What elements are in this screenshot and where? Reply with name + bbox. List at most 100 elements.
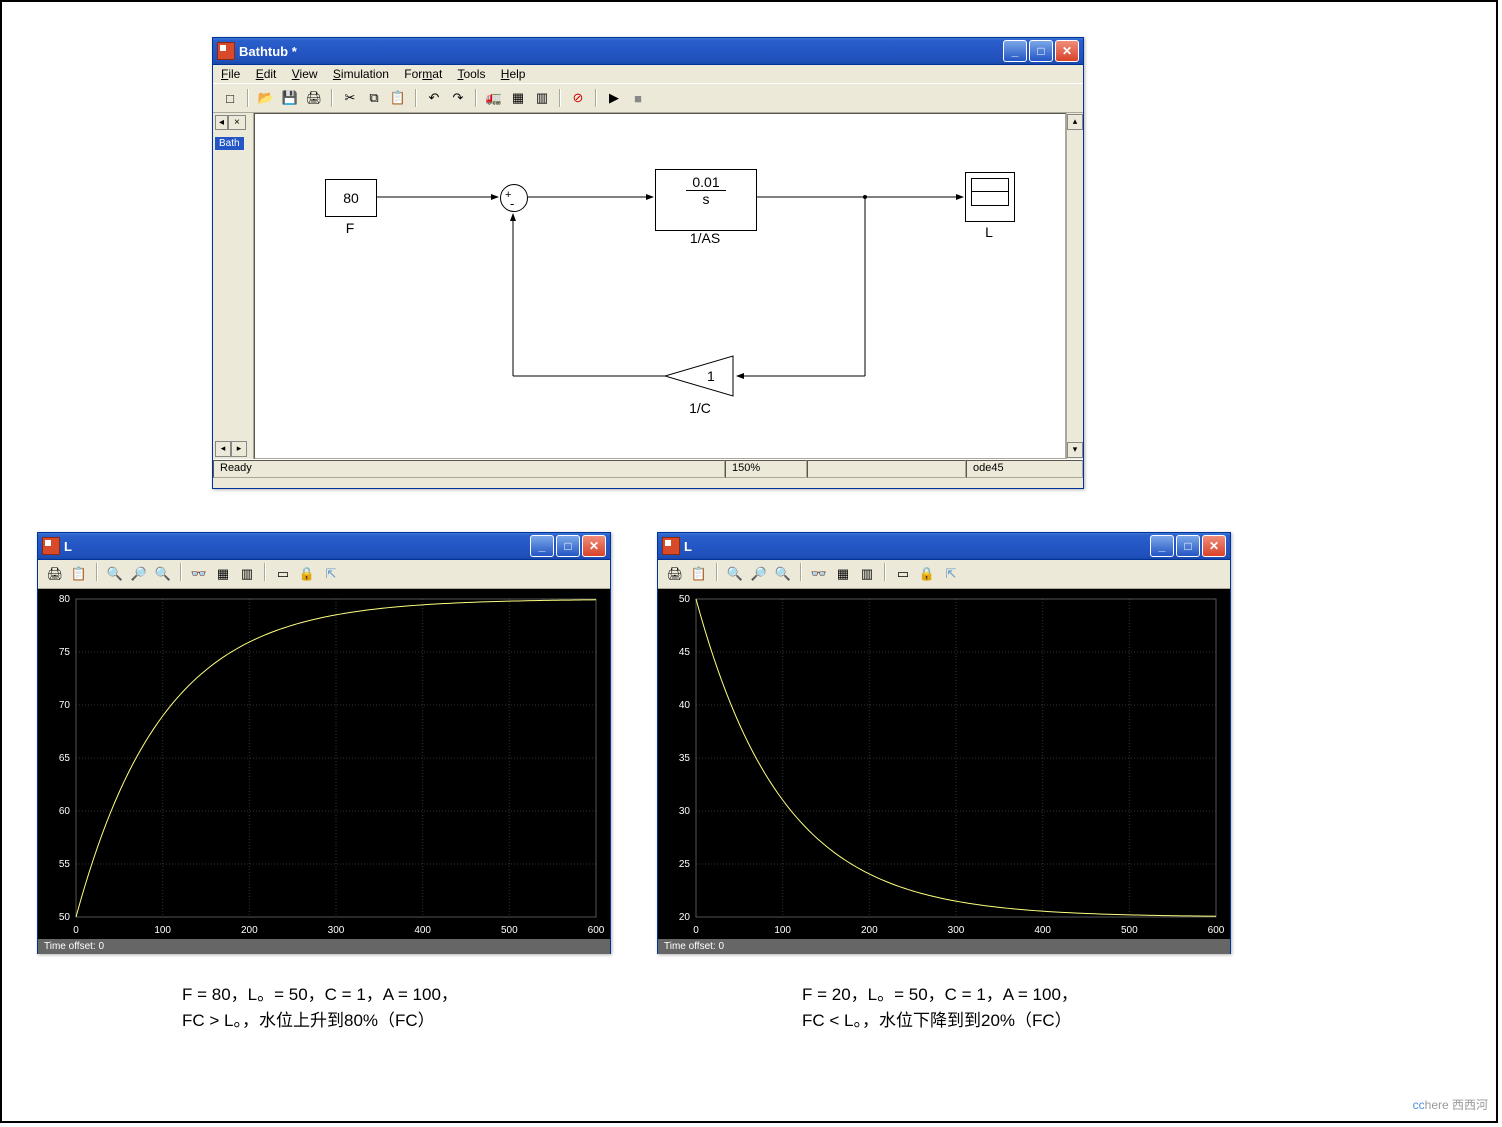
menu-format[interactable]: Format — [404, 67, 442, 81]
zoom-icon[interactable]: 🔍 — [104, 563, 126, 585]
scroll-left-icon[interactable]: ◂ — [215, 441, 231, 457]
params-icon[interactable]: 📋 — [688, 563, 710, 585]
menu-simulation[interactable]: Simulation — [333, 67, 389, 81]
scope-block[interactable] — [965, 172, 1015, 222]
svg-text:500: 500 — [1121, 925, 1138, 936]
menu-view[interactable]: View — [292, 67, 318, 81]
simulink-app-icon — [217, 42, 235, 60]
close-button[interactable]: ✕ — [1055, 40, 1079, 62]
scroll-down-icon[interactable]: ▾ — [1067, 442, 1083, 458]
titlebar[interactable]: L _ □ ✕ — [658, 533, 1230, 560]
transfer-fn-block[interactable]: 0.01 s — [655, 169, 757, 231]
menu-file[interactable]: File — [221, 67, 240, 81]
constant-block[interactable]: 80 — [325, 179, 377, 217]
zoom-icon[interactable]: 🔍 — [724, 563, 746, 585]
params-icon[interactable]: 📋 — [68, 563, 90, 585]
minimize-button[interactable]: _ — [1150, 535, 1174, 557]
scroll-up-icon[interactable]: ▴ — [1067, 114, 1083, 130]
minimize-button[interactable]: _ — [1003, 40, 1027, 62]
print-icon[interactable]: 🖨 — [303, 87, 325, 109]
gain-block[interactable]: 1 — [665, 354, 735, 401]
model-browser-item[interactable]: Bath — [215, 137, 244, 150]
print-icon[interactable]: 🖨 — [44, 563, 66, 585]
autoscale-icon[interactable]: 👓 — [808, 563, 830, 585]
zoom-y-icon[interactable]: 🔍 — [772, 563, 794, 585]
window-title: L — [64, 539, 530, 554]
menu-edit[interactable]: Edit — [256, 67, 277, 81]
vertical-scrollbar[interactable]: ▴ ▾ — [1066, 113, 1083, 459]
svg-text:20: 20 — [679, 912, 691, 923]
open-icon[interactable]: 📂 — [255, 87, 277, 109]
tab-arrow-icon[interactable]: ◂ — [215, 115, 228, 130]
float-icon[interactable]: ▭ — [272, 563, 294, 585]
close-button[interactable]: ✕ — [582, 535, 606, 557]
config-icon[interactable]: ▥ — [531, 87, 553, 109]
sum-block[interactable]: + - — [500, 184, 528, 212]
svg-text:45: 45 — [679, 647, 691, 658]
lock-icon[interactable]: 🔒 — [916, 563, 938, 585]
menu-help[interactable]: Help — [501, 67, 526, 81]
close-button[interactable]: ✕ — [1202, 535, 1226, 557]
status-solver: ode45 — [966, 460, 1083, 478]
svg-text:30: 30 — [679, 806, 691, 817]
svg-text:500: 500 — [501, 925, 518, 936]
svg-text:25: 25 — [679, 859, 691, 870]
zoom-x-icon[interactable]: 🔎 — [748, 563, 770, 585]
window-title: L — [684, 539, 1150, 554]
titlebar[interactable]: Bathtub * _ □ ✕ — [213, 38, 1083, 65]
scope-app-icon — [662, 537, 680, 555]
undo-icon[interactable]: ↶ — [423, 87, 445, 109]
maximize-button[interactable]: □ — [1176, 535, 1200, 557]
svg-text:100: 100 — [154, 925, 171, 936]
model-canvas[interactable]: 80 F + - 0.01 s 1/AS L — [254, 113, 1066, 459]
titlebar[interactable]: L _ □ ✕ — [38, 533, 610, 560]
save-axes-icon[interactable]: ▦ — [832, 563, 854, 585]
play-icon[interactable]: ▶ — [603, 87, 625, 109]
restore-axes-icon[interactable]: ▥ — [236, 563, 258, 585]
model-explorer-icon[interactable]: ▦ — [507, 87, 529, 109]
zoom-x-icon[interactable]: 🔎 — [128, 563, 150, 585]
maximize-button[interactable]: □ — [1029, 40, 1053, 62]
save-icon[interactable]: 💾 — [279, 87, 301, 109]
status-ready: Ready — [213, 460, 725, 478]
autoscale-icon[interactable]: 👓 — [188, 563, 210, 585]
tab-close-icon[interactable]: × — [228, 115, 246, 130]
lock-icon[interactable]: 🔒 — [296, 563, 318, 585]
menu-tools[interactable]: Tools — [457, 67, 485, 81]
new-icon[interactable]: □ — [219, 87, 241, 109]
scope-plot-left: 010020030040050060050556065707580 — [38, 589, 610, 939]
scroll-right-icon[interactable]: ▸ — [231, 441, 247, 457]
svg-text:0: 0 — [693, 925, 699, 936]
select-icon[interactable]: ⇱ — [320, 563, 342, 585]
svg-text:400: 400 — [414, 925, 431, 936]
minimize-button[interactable]: _ — [530, 535, 554, 557]
svg-text:0: 0 — [73, 925, 79, 936]
select-icon[interactable]: ⇱ — [940, 563, 962, 585]
save-axes-icon[interactable]: ▦ — [212, 563, 234, 585]
library-browser-icon[interactable]: 🚛 — [483, 87, 505, 109]
svg-text:50: 50 — [679, 594, 691, 605]
page-frame: Bathtub * _ □ ✕ File Edit View Simulatio… — [0, 0, 1498, 1123]
redo-icon[interactable]: ↷ — [447, 87, 469, 109]
debug-icon[interactable]: ⊘ — [567, 87, 589, 109]
cut-icon[interactable]: ✂ — [339, 87, 361, 109]
simulink-window: Bathtub * _ □ ✕ File Edit View Simulatio… — [212, 37, 1084, 489]
stop-icon[interactable]: ■ — [627, 87, 649, 109]
statusbar: Ready 150% ode45 — [213, 459, 1083, 478]
float-icon[interactable]: ▭ — [892, 563, 914, 585]
paste-icon[interactable]: 📋 — [387, 87, 409, 109]
print-icon[interactable]: 🖨 — [664, 563, 686, 585]
copy-icon[interactable]: ⧉ — [363, 87, 385, 109]
svg-text:65: 65 — [59, 753, 71, 764]
time-offset-label: Time offset: 0 — [38, 939, 610, 954]
svg-text:50: 50 — [59, 912, 71, 923]
maximize-button[interactable]: □ — [556, 535, 580, 557]
watermark: cchere 西西河 — [1413, 1096, 1488, 1113]
model-browser: ◂ × Bath ◂ ▸ — [213, 113, 254, 459]
time-offset-label: Time offset: 0 — [658, 939, 1230, 954]
gain-label: 1/C — [655, 400, 745, 416]
zoom-y-icon[interactable]: 🔍 — [152, 563, 174, 585]
restore-axes-icon[interactable]: ▥ — [856, 563, 878, 585]
svg-text:80: 80 — [59, 594, 71, 605]
scope-label: L — [965, 224, 1013, 240]
